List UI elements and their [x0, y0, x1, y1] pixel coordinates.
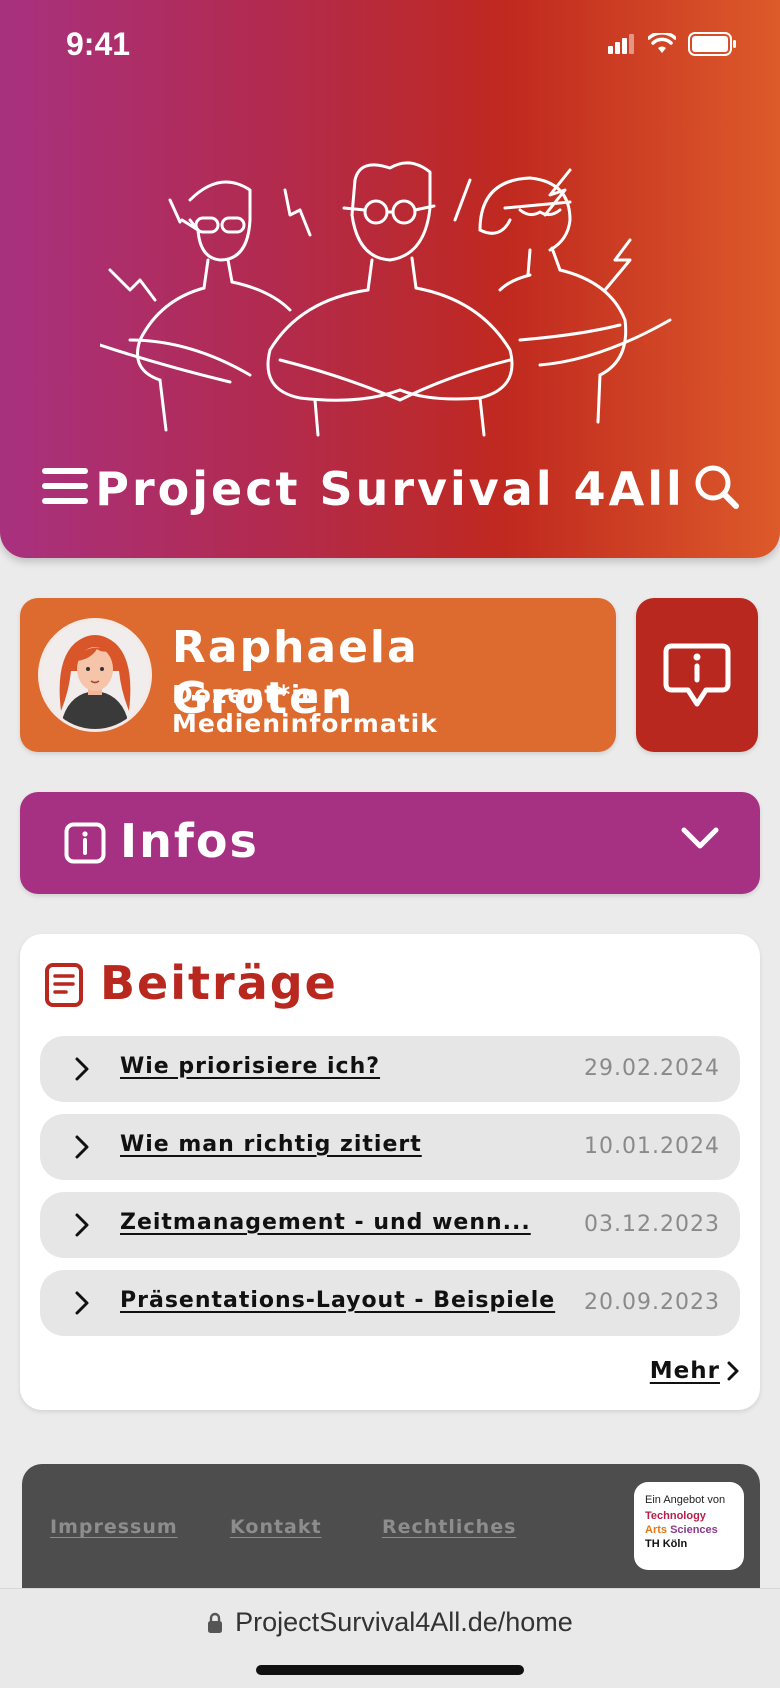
post-row[interactable]: Präsentations-Layout - Beispiele 20.09.2…	[40, 1270, 740, 1336]
avatar	[38, 618, 152, 732]
profile-card[interactable]: Raphaela Groten Dozent*in - Medieninform…	[20, 598, 616, 752]
chevron-right-icon	[75, 1057, 89, 1081]
wifi-icon	[648, 33, 676, 53]
search-icon[interactable]	[694, 464, 740, 510]
app-header: 9:41 Project Survival 4All	[0, 0, 780, 558]
signal-icon	[608, 34, 634, 54]
logo-line-1: Ein Angebot von	[645, 1494, 726, 1506]
post-date: 10.01.2024	[584, 1134, 720, 1159]
status-time: 9:41	[66, 26, 131, 62]
infos-label: Infos	[120, 814, 259, 868]
footer-link-kontakt[interactable]: Kontakt	[230, 1516, 322, 1538]
lock-icon	[208, 1612, 223, 1633]
chevron-down-icon[interactable]	[680, 826, 720, 852]
more-label: Mehr	[649, 1358, 720, 1384]
survivors-illustration	[100, 161, 672, 437]
footer-link-impressum[interactable]: Impressum	[50, 1516, 178, 1538]
chevron-right-icon	[727, 1361, 739, 1381]
post-date: 20.09.2023	[584, 1290, 720, 1315]
post-title[interactable]: Präsentations-Layout - Beispiele	[120, 1288, 555, 1313]
info-button[interactable]	[636, 598, 758, 752]
post-row[interactable]: Wie man richtig zitiert 10.01.2024	[40, 1114, 740, 1180]
post-title[interactable]: Zeitmanagement - und wenn...	[120, 1210, 531, 1235]
avatar-illustration	[41, 621, 149, 729]
infos-accordion[interactable]: Infos	[20, 792, 760, 894]
post-row[interactable]: Wie priorisiere ich? 29.02.2024	[40, 1036, 740, 1102]
logo-line-4: TH Köln	[645, 1538, 688, 1550]
post-date: 29.02.2024	[584, 1056, 720, 1081]
logo-line-2: Technology	[645, 1510, 706, 1522]
battery-icon	[688, 32, 736, 56]
logo-arts: Arts	[645, 1524, 668, 1536]
posts-title: Beiträge	[100, 956, 338, 1010]
browser-address-bar[interactable]: ProjectSurvival4All.de/home	[0, 1588, 780, 1688]
more-link[interactable]: Mehr	[650, 1358, 740, 1384]
document-icon	[45, 963, 83, 1007]
chevron-right-icon	[75, 1291, 89, 1315]
app-title: Project Survival 4All	[95, 462, 685, 516]
home-indicator	[256, 1665, 524, 1675]
url-text: ProjectSurvival4All.de/home	[235, 1607, 573, 1637]
posts-card: Beiträge Wie priorisiere ich? 29.02.2024…	[20, 934, 760, 1410]
post-title[interactable]: Wie priorisiere ich?	[120, 1054, 380, 1079]
th-koeln-logo[interactable]: Ein Angebot von Technology Arts Sciences…	[634, 1482, 744, 1570]
info-square-icon	[64, 822, 106, 864]
info-bubble-icon	[663, 643, 731, 707]
footer-link-rechtliches[interactable]: Rechtliches	[382, 1516, 516, 1538]
profile-role: Dozent*in - Medieninformatik	[172, 680, 438, 738]
logo-line-3: Arts Sciences	[645, 1523, 744, 1537]
url-container[interactable]: ProjectSurvival4All.de/home	[0, 1607, 780, 1638]
post-date: 03.12.2023	[584, 1212, 720, 1237]
post-row[interactable]: Zeitmanagement - und wenn... 03.12.2023	[40, 1192, 740, 1258]
chevron-right-icon	[75, 1213, 89, 1237]
status-icons	[608, 32, 738, 56]
logo-sciences: Sciences	[670, 1524, 718, 1536]
post-title[interactable]: Wie man richtig zitiert	[120, 1132, 422, 1157]
chevron-right-icon	[75, 1135, 89, 1159]
